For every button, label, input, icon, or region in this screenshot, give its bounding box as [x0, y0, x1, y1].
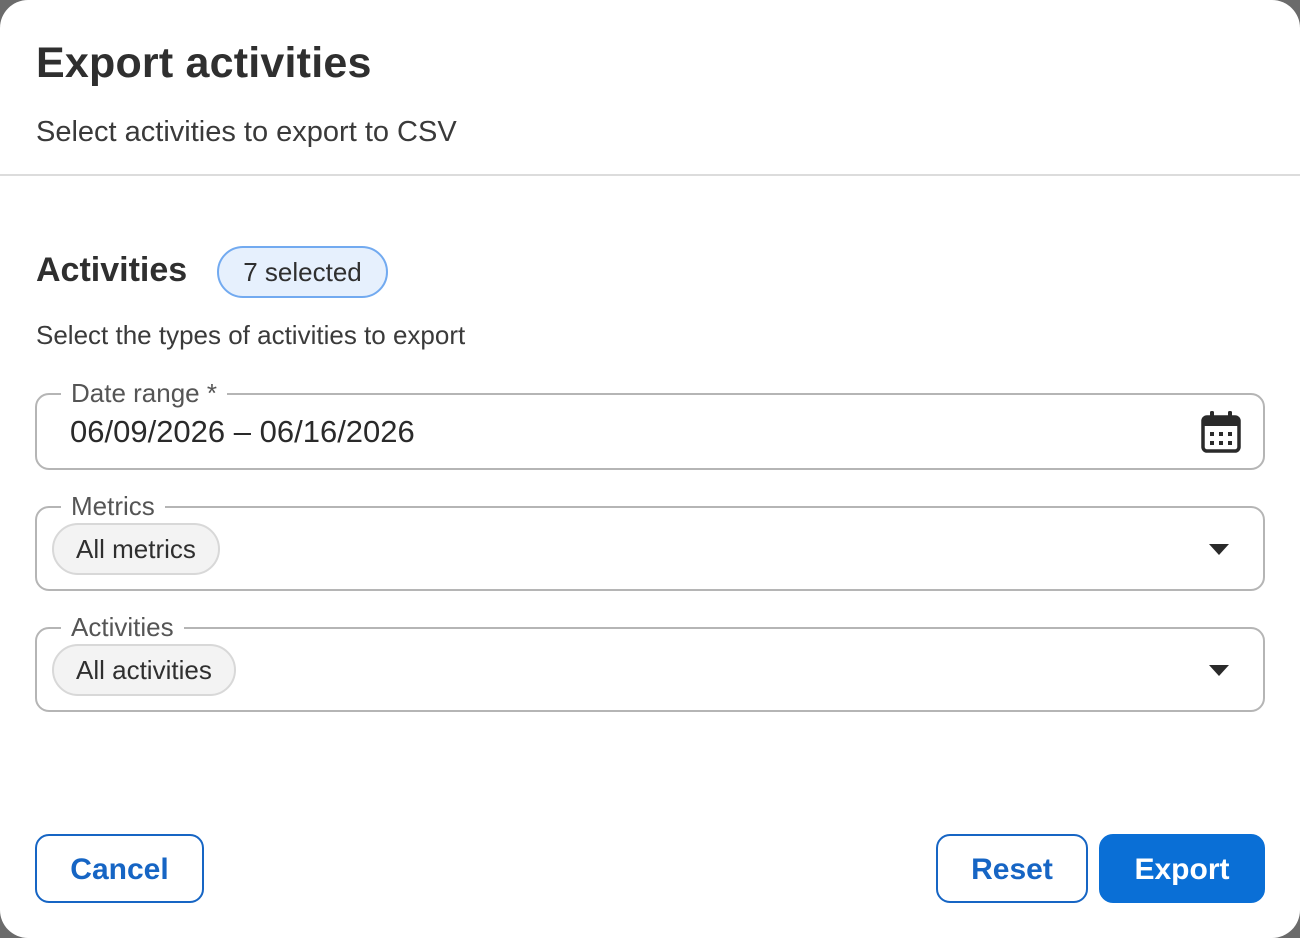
dialog-header: Export activities Select activities to e…: [0, 0, 1300, 176]
date-range-label: Date range *: [61, 377, 227, 409]
activities-chip[interactable]: All activities: [52, 644, 236, 696]
selected-count-badge: 7 selected: [217, 246, 388, 298]
metrics-label: Metrics: [61, 490, 165, 522]
reset-button[interactable]: Reset: [936, 834, 1088, 903]
metrics-chip[interactable]: All metrics: [52, 523, 220, 575]
section-title: Activities: [36, 251, 188, 289]
calendar-icon[interactable]: [1199, 409, 1243, 455]
date-range-field[interactable]: Date range * 06/09/2026 – 06/16/2026: [35, 377, 1265, 470]
export-button[interactable]: Export: [1099, 834, 1265, 903]
chevron-down-icon[interactable]: [1209, 544, 1229, 555]
activities-label: Activities: [61, 611, 184, 643]
chevron-down-icon[interactable]: [1209, 665, 1229, 676]
date-range-value[interactable]: 06/09/2026 – 06/16/2026: [70, 413, 415, 451]
metrics-select[interactable]: Metrics All metrics: [35, 490, 1265, 591]
activities-select[interactable]: Activities All activities: [35, 611, 1265, 712]
export-dialog: Export activities Select activities to e…: [0, 0, 1300, 938]
dialog-title: Export activities: [36, 39, 372, 87]
cancel-button[interactable]: Cancel: [35, 834, 204, 903]
dialog-subtitle: Select activities to export to CSV: [36, 116, 457, 148]
section-description: Select the types of activities to export: [36, 320, 466, 350]
